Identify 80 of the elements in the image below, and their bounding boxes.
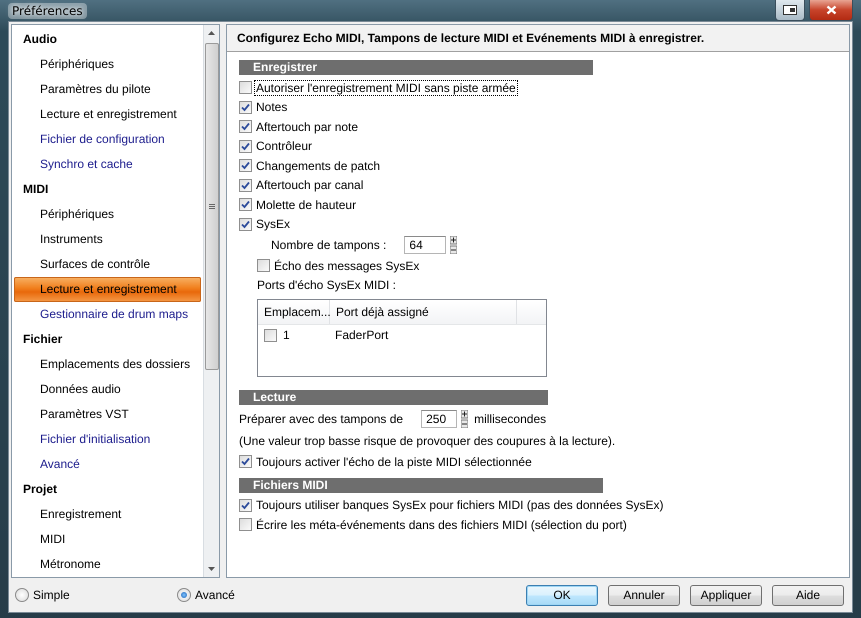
radio-label[interactable]: Avancé: [195, 588, 235, 602]
section-header: Lecture: [239, 390, 548, 405]
checkbox-label: Autoriser l'enregistrement MIDI sans piste armée: [255, 80, 517, 95]
dialog-button[interactable]: Aide: [772, 584, 844, 606]
sidebar-item[interactable]: Périphériques: [14, 202, 201, 227]
spin-buttons-icon[interactable]: [461, 410, 468, 428]
scroll-thumb[interactable]: [204, 43, 218, 370]
sidebar-item[interactable]: Surfaces de contrôle: [14, 252, 201, 277]
sidebar-item[interactable]: Fichier de configuration: [14, 127, 201, 152]
sidebar-item[interactable]: Périphériques: [14, 52, 201, 77]
checkbox[interactable]: [264, 328, 277, 342]
section-header: Enregistrer: [239, 60, 593, 75]
sidebar-item[interactable]: Instruments: [14, 227, 201, 252]
sidebar-item[interactable]: MIDI: [14, 527, 201, 552]
checkbox[interactable]: [239, 455, 252, 468]
sidebar-item[interactable]: Données audio: [14, 377, 201, 402]
checkbox[interactable]: [239, 100, 252, 114]
panel-header: Configurez Echo MIDI, Tampons de lecture MIDI et Evénements MIDI à enregistrer.: [227, 25, 849, 52]
sidebar-group-label[interactable]: Audio: [12, 27, 203, 52]
close-icon: [826, 5, 836, 15]
checkbox[interactable]: [239, 120, 252, 134]
column-header[interactable]: Emplacem...: [258, 300, 330, 324]
radio-button[interactable]: [177, 588, 191, 602]
sidebar-group-label[interactable]: Projet: [12, 477, 203, 502]
section-header: Fichiers MIDI: [239, 478, 603, 492]
radio-button[interactable]: [15, 588, 29, 602]
spin-buttons-icon[interactable]: [450, 236, 458, 254]
sidebar-item[interactable]: Paramètres VST: [14, 402, 201, 427]
sidebar-item[interactable]: Emplacements des dossiers: [14, 352, 201, 377]
scroll-up-icon[interactable]: [208, 31, 215, 35]
sidebar-item[interactable]: Avancé: [14, 452, 201, 477]
sidebar-item[interactable]: Lecture et enregistrement: [14, 277, 201, 302]
restore-button[interactable]: [775, 0, 805, 21]
checkbox[interactable]: [257, 259, 270, 272]
unit-label: millisecondes: [474, 412, 546, 426]
sidebar-group-label[interactable]: Fichier: [12, 327, 203, 352]
hint-text: (Une valeur trop basse risque de provoquer des coupures à la lecture).: [239, 434, 616, 448]
scroll-down-icon[interactable]: [208, 567, 215, 571]
sidebar-item[interactable]: Synchro et cache: [14, 152, 201, 177]
field-label: Ports d'écho SysEx MIDI :: [257, 278, 396, 292]
checkbox-label: Molette de hauteur: [255, 198, 358, 212]
checkbox-label: Notes: [255, 100, 288, 114]
sidebar-item[interactable]: Fichier d'initialisation: [14, 427, 201, 452]
sidebar-item[interactable]: Paramètres du pilote: [14, 77, 201, 102]
checkbox[interactable]: [239, 198, 252, 212]
radio-label[interactable]: Simple: [33, 588, 70, 602]
dialog-button[interactable]: Appliquer: [690, 584, 762, 606]
field-label: Préparer avec des tampons de: [239, 412, 404, 426]
sidebar-item[interactable]: Métronome: [14, 552, 201, 577]
checkbox-label: SysEx: [255, 217, 292, 232]
column-header[interactable]: Port déjà assigné: [330, 300, 517, 324]
sidebar-group-label[interactable]: MIDI: [12, 177, 203, 202]
checkbox[interactable]: [239, 81, 252, 94]
checkbox[interactable]: [239, 218, 252, 231]
table-cell: 1: [283, 328, 290, 342]
dialog-button[interactable]: Annuler: [608, 584, 680, 606]
checkbox[interactable]: [239, 159, 252, 172]
sidebar-item[interactable]: Enregistrement: [14, 502, 201, 527]
window-icon: [783, 5, 797, 15]
sidebar-item[interactable]: Gestionnaire de drum maps: [14, 302, 201, 327]
checkbox-label: Contrôleur: [255, 139, 314, 154]
checkbox-label: Écho des messages SysEx: [273, 258, 420, 273]
checkbox[interactable]: [239, 518, 252, 532]
checkbox-label: Changements de patch: [255, 158, 382, 173]
checkbox[interactable]: [239, 178, 252, 192]
checkbox[interactable]: [239, 498, 252, 512]
checkbox-label: Aftertouch par canal: [255, 178, 364, 192]
number-field[interactable]: 64: [404, 236, 446, 254]
sidebar-item[interactable]: Lecture et enregistrement: [14, 102, 201, 127]
field-label: Nombre de tampons :: [271, 238, 386, 252]
checkbox-label: Aftertouch par note: [255, 120, 360, 134]
scrollbar[interactable]: [203, 25, 219, 577]
close-button[interactable]: [809, 0, 853, 21]
number-field[interactable]: 250: [421, 410, 458, 428]
dialog-button[interactable]: OK: [526, 584, 598, 606]
table-cell: FaderPort: [335, 328, 388, 342]
checkbox[interactable]: [239, 140, 252, 153]
checkbox-label: Toujours utiliser banques SysEx pour fichiers MIDI (pas des données SysEx): [255, 498, 665, 512]
checkbox-label: Toujours activer l'écho de la piste MIDI sélectionnée: [255, 454, 533, 469]
checkbox-label: Écrire les méta-événements dans des fichiers MIDI (sélection du port): [255, 518, 628, 532]
